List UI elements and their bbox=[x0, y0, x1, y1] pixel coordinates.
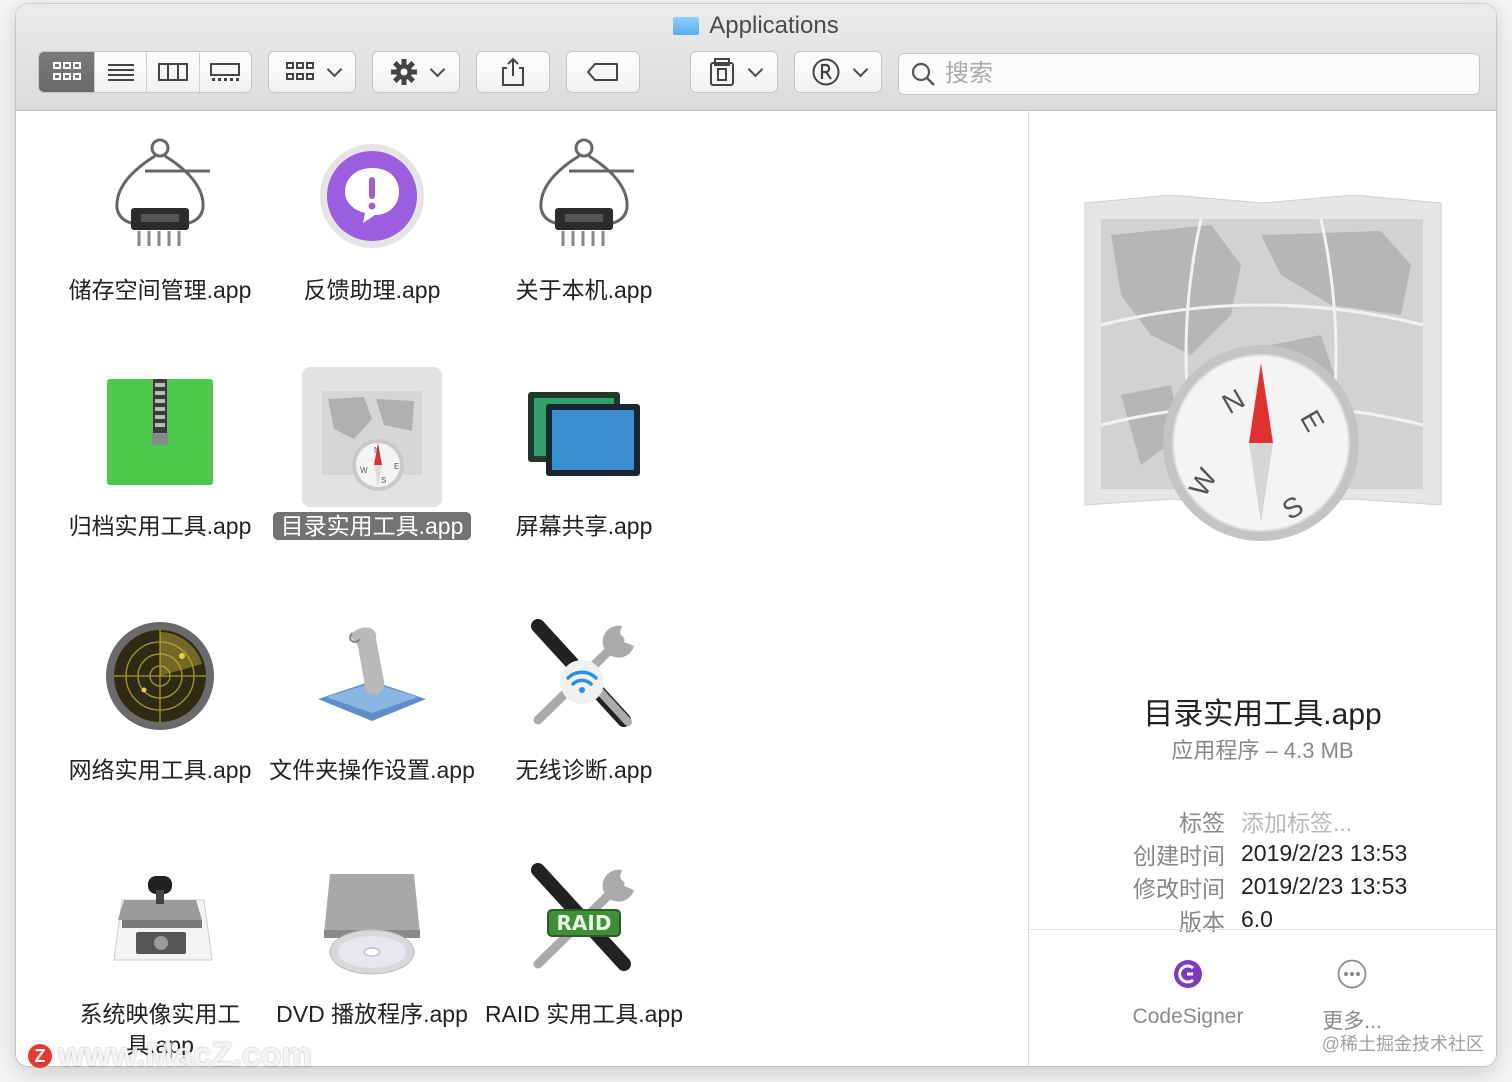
list-icon bbox=[107, 64, 134, 81]
dvd-player-icon bbox=[307, 855, 437, 985]
toolbar: Applications bbox=[16, 4, 1496, 111]
codesigner-button[interactable]: CodeSigner bbox=[1123, 959, 1253, 1029]
preview-file-kind: 应用程序 – 4.3 MB bbox=[1171, 738, 1354, 763]
extension-button-2[interactable] bbox=[794, 51, 882, 93]
disk-image-icon bbox=[95, 855, 225, 985]
preview-pane: N E W S 目录实用工具.app 应用程序 – 4.3 MB 标签 添加标签.… bbox=[1029, 111, 1496, 1066]
icon-view-button[interactable] bbox=[39, 52, 96, 92]
columns-icon bbox=[158, 63, 189, 81]
share-icon bbox=[502, 57, 524, 86]
feedback-icon bbox=[307, 131, 437, 261]
preview-separator bbox=[1029, 929, 1496, 930]
svg-text:S: S bbox=[381, 476, 386, 485]
codesigner-icon bbox=[1174, 960, 1202, 988]
gallery-view-button[interactable] bbox=[200, 52, 251, 92]
wireless-tools-icon bbox=[519, 611, 649, 741]
more-icon bbox=[1337, 959, 1367, 989]
file-item[interactable]: RAID RAID 实用工具.app bbox=[474, 855, 694, 1030]
add-tags-field[interactable]: 添加标签... bbox=[1241, 804, 1352, 838]
file-item[interactable]: 屏幕共享.app bbox=[474, 367, 694, 542]
svg-text:N: N bbox=[374, 446, 380, 455]
group-by-button[interactable] bbox=[268, 51, 356, 93]
file-item[interactable]: DVD 播放程序.app bbox=[262, 855, 482, 1030]
file-item[interactable]: 归档实用工具.app bbox=[50, 367, 270, 542]
preview-compass-icon: N E W S bbox=[1084, 195, 1442, 541]
chevron-down-icon bbox=[747, 61, 763, 78]
file-item[interactable]: 反馈助理.app bbox=[262, 131, 482, 306]
list-view-button[interactable] bbox=[95, 52, 148, 92]
more-button[interactable]: 更多... bbox=[1287, 959, 1417, 1035]
window-title: Applications bbox=[16, 12, 1496, 40]
extension-button-1[interactable] bbox=[690, 51, 778, 93]
search-field[interactable] bbox=[898, 53, 1480, 95]
chevron-down-icon bbox=[429, 61, 445, 78]
meta-row-created: 创建时间 2019/2/23 13:53 bbox=[1133, 840, 1408, 869]
meta-row-version: 版本 6.0 bbox=[1179, 906, 1273, 935]
finder-window: Applications 搜索 储存空间管理.app 反馈助理.app 关于本机… bbox=[16, 4, 1496, 1066]
file-item[interactable]: 关于本机.app bbox=[474, 131, 694, 306]
file-item[interactable]: 系统映像实用工具.app bbox=[50, 855, 270, 1061]
credit-text: @稀土掘金技术社区 bbox=[1321, 1034, 1484, 1054]
file-item[interactable]: 无线诊断.app bbox=[474, 611, 694, 786]
svg-text:RAID: RAID bbox=[557, 911, 612, 935]
meta-row-modified: 修改时间 2019/2/23 13:53 bbox=[1133, 873, 1408, 902]
grid-icon bbox=[52, 62, 81, 80]
tag-icon bbox=[587, 63, 618, 81]
edit-tags-button[interactable] bbox=[566, 51, 640, 93]
watermark: Zwww.MacZ.com bbox=[28, 1036, 312, 1075]
screen-share-icon bbox=[519, 367, 649, 497]
chevron-down-icon bbox=[326, 61, 342, 78]
radar-icon bbox=[95, 611, 225, 741]
search-input[interactable] bbox=[943, 59, 1447, 89]
caliper-chip-icon bbox=[519, 131, 649, 261]
folder-scroll-icon bbox=[307, 611, 437, 741]
svg-text:W: W bbox=[360, 466, 368, 475]
file-item[interactable]: 网络实用工具.app bbox=[50, 611, 270, 786]
gallery-icon bbox=[210, 63, 241, 81]
view-switcher bbox=[38, 51, 252, 93]
share-button[interactable] bbox=[476, 51, 550, 93]
file-grid: 储存空间管理.app 反馈助理.app 关于本机.app 归档实用工具.app … bbox=[30, 111, 1028, 1066]
archive-box-icon bbox=[709, 58, 734, 86]
file-item[interactable]: 文件夹操作设置.app bbox=[262, 611, 482, 786]
grid-icon bbox=[285, 62, 314, 80]
raid-tools-icon: RAID bbox=[519, 855, 649, 985]
registered-icon bbox=[812, 58, 839, 86]
svg-text:E: E bbox=[394, 462, 399, 471]
column-view-button[interactable] bbox=[147, 52, 200, 92]
gear-icon bbox=[390, 59, 417, 85]
folder-icon bbox=[673, 17, 700, 35]
archive-zip-icon bbox=[95, 367, 225, 497]
chevron-down-icon bbox=[852, 61, 868, 78]
file-item[interactable]: 储存空间管理.app bbox=[50, 131, 270, 306]
meta-row-tags: 标签 添加标签... bbox=[1029, 804, 1496, 837]
caliper-chip-icon bbox=[95, 131, 225, 261]
preview-file-name: 目录实用工具.app bbox=[1143, 698, 1382, 731]
search-icon bbox=[911, 62, 935, 86]
file-item[interactable]: NEWS 目录实用工具.app bbox=[262, 367, 482, 542]
directory-compass-icon: N E W S bbox=[302, 367, 442, 507]
action-menu-button[interactable] bbox=[372, 51, 460, 93]
preview-metadata: 标签 添加标签... 创建时间 2019/2/23 13:53 修改时间 2019/2… bbox=[1029, 804, 1496, 936]
